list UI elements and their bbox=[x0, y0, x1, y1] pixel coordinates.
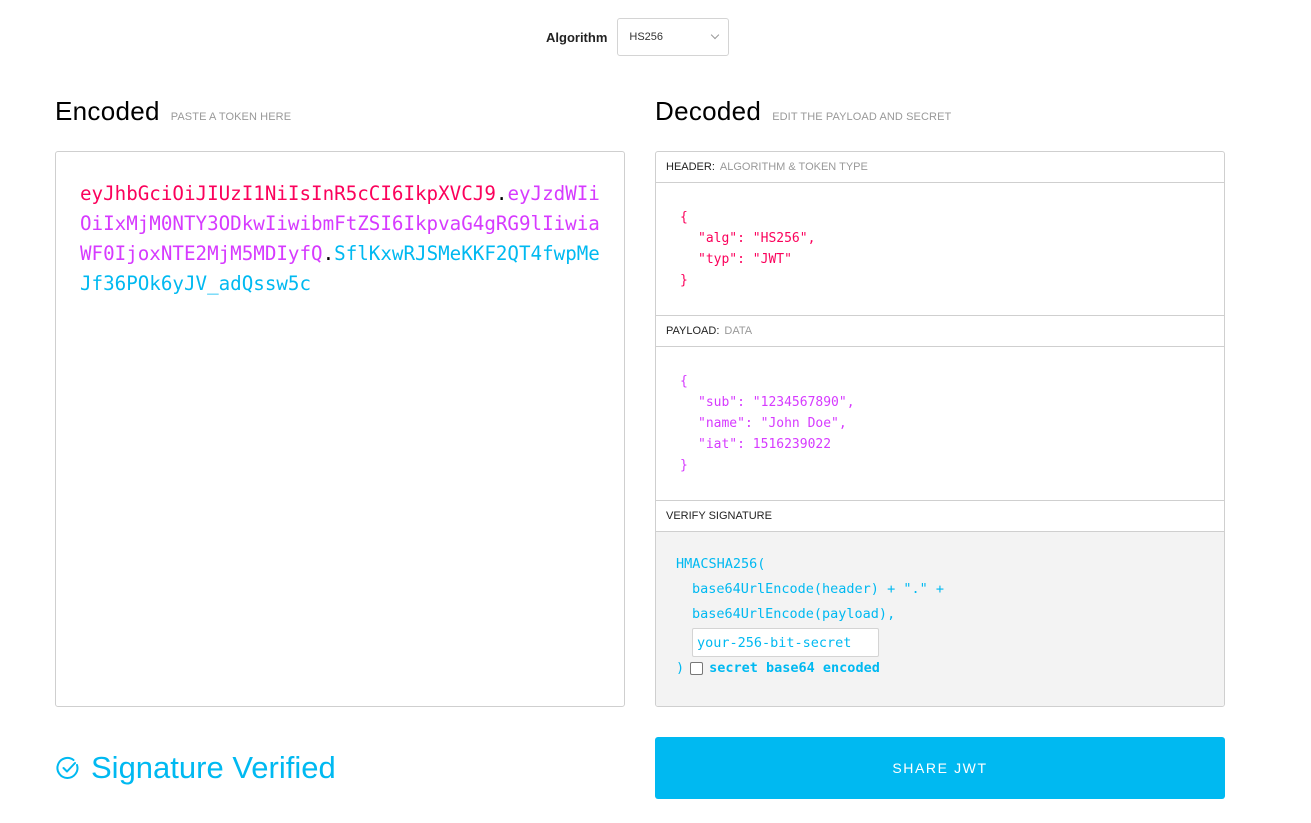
signature-line-payload: base64UrlEncode(payload), bbox=[692, 606, 896, 622]
payload-panel-title: PAYLOAD: DATA bbox=[656, 316, 1224, 347]
base64-encoded-checkbox[interactable] bbox=[690, 662, 704, 675]
check-circle-icon bbox=[56, 757, 79, 779]
decoded-heading: Decoded EDIT THE PAYLOAD AND SECRET bbox=[655, 96, 951, 127]
signature-line-header: base64UrlEncode(header) + "." + bbox=[692, 581, 944, 597]
algorithm-label: Algorithm bbox=[546, 29, 608, 45]
base64-encoded-label[interactable]: secret base64 encoded bbox=[709, 656, 880, 681]
json-line: "iat": 1516239022 bbox=[698, 437, 832, 452]
json-line: "alg": "HS256", bbox=[698, 231, 816, 246]
algorithm-select[interactable]: HS256 bbox=[617, 18, 730, 56]
header-panel-label: HEADER: bbox=[666, 161, 715, 173]
encoded-hint: PASTE A TOKEN HERE bbox=[170, 111, 292, 123]
payload-json-editor[interactable]: { "sub": "1234567890", "name": "John Doe… bbox=[656, 347, 1224, 501]
json-close-brace: } bbox=[680, 458, 688, 473]
encoded-title: Encoded bbox=[55, 96, 160, 126]
signature-panel-title: VERIFY SIGNATURE bbox=[656, 501, 1224, 532]
encoded-heading: Encoded PASTE A TOKEN HERE bbox=[55, 96, 291, 127]
decoded-hint: EDIT THE PAYLOAD AND SECRET bbox=[772, 111, 952, 123]
payload-panel-label: PAYLOAD: bbox=[666, 325, 720, 337]
json-line: "sub": "1234567890", bbox=[698, 395, 855, 410]
algorithm-selected-value: HS256 bbox=[629, 31, 664, 43]
payload-panel-hint: DATA bbox=[724, 325, 753, 337]
json-close-brace: } bbox=[680, 273, 688, 288]
json-line: "typ": "JWT" bbox=[698, 252, 792, 267]
json-open-brace: { bbox=[680, 374, 688, 389]
signature-panel-body: HMACSHA256( base64UrlEncode(header) + ".… bbox=[656, 532, 1224, 706]
signature-status: Signature Verified bbox=[55, 750, 336, 786]
decoded-title: Decoded bbox=[655, 96, 762, 126]
share-jwt-button[interactable]: SHARE JWT bbox=[655, 737, 1225, 799]
algorithm-row: Algorithm HS256 bbox=[546, 18, 730, 56]
json-open-brace: { bbox=[680, 210, 688, 225]
header-panel-hint: ALGORITHM & TOKEN TYPE bbox=[719, 161, 868, 173]
header-panel-title: HEADER: ALGORITHM & TOKEN TYPE bbox=[656, 152, 1224, 183]
signature-function: HMACSHA256( bbox=[676, 556, 766, 572]
header-json-editor[interactable]: { "alg": "HS256", "typ": "JWT" } bbox=[656, 183, 1224, 316]
json-line: "name": "John Doe", bbox=[698, 416, 847, 431]
chevron-down-icon bbox=[711, 30, 720, 40]
token-header-part: eyJhbGciOiJIUzI1NiIsInR5cCI6IkpXVCJ9 bbox=[80, 182, 496, 205]
signature-panel-label: VERIFY SIGNATURE bbox=[666, 510, 772, 522]
signature-status-text: Signature Verified bbox=[91, 750, 336, 785]
token-separator: . bbox=[322, 242, 335, 265]
signature-close-paren: ) bbox=[676, 660, 685, 676]
encoded-token-input[interactable]: eyJhbGciOiJIUzI1NiIsInR5cCI6IkpXVCJ9.eyJ… bbox=[55, 151, 625, 707]
token-separator: . bbox=[495, 182, 508, 205]
decoded-panel: HEADER: ALGORITHM & TOKEN TYPE { "alg": … bbox=[655, 151, 1225, 707]
secret-input[interactable] bbox=[692, 628, 879, 657]
